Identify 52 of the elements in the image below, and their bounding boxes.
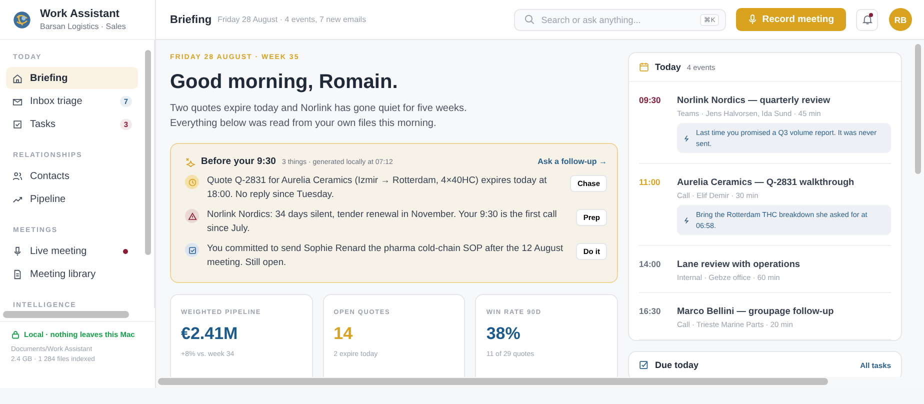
search-icon xyxy=(524,14,536,25)
sparkle-icon xyxy=(185,156,195,166)
scrollbar[interactable] xyxy=(158,378,828,385)
stat-value: €2.41M xyxy=(181,324,239,344)
sidebar-item[interactable]: Meeting library xyxy=(6,263,138,285)
card-title: Due today xyxy=(655,360,699,370)
scrollbar[interactable] xyxy=(915,44,921,174)
sidebar-item[interactable]: Briefing xyxy=(6,67,138,89)
bolt-icon xyxy=(683,216,690,224)
follow-up-link[interactable]: Ask a follow-up → xyxy=(538,157,607,166)
sidebar-item[interactable]: Contacts xyxy=(6,165,138,187)
page-title: Briefing xyxy=(170,14,212,26)
event-title: Aurelia Ceramics — Q-2831 walkthrough xyxy=(677,177,856,187)
people-icon xyxy=(12,170,23,182)
microphone-icon xyxy=(748,14,758,25)
scrollbar[interactable] xyxy=(145,50,151,255)
event-title: Lane review with operations xyxy=(677,259,802,269)
warning-icon xyxy=(185,209,199,223)
org-name: Barsan Logistics · Sales xyxy=(40,22,126,31)
page-subtitle: Friday 28 August · 4 events, 7 new emails xyxy=(218,15,366,24)
stat-value: 14 xyxy=(334,324,354,344)
sidebar-item[interactable]: Pipeline xyxy=(6,188,138,210)
notifications-button[interactable] xyxy=(856,8,878,30)
event-time: 09:30 xyxy=(639,95,662,107)
briefing-item-text: You committed to send Sophie Renard the pharma cold-chain SOP after the 12 August meeting. Still open. xyxy=(207,242,564,269)
checkbox-icon xyxy=(12,118,23,130)
greeting-heading: Good morning, Romain. xyxy=(170,71,399,94)
bell-icon xyxy=(862,14,872,25)
stat-value: 38% xyxy=(486,324,522,344)
home-icon xyxy=(12,72,23,84)
microphone-icon xyxy=(12,246,23,256)
event-title: Marco Bellini — groupage follow-up xyxy=(677,306,835,316)
logo-icon xyxy=(12,10,32,30)
briefing-item-text: Norlink Nordics: 34 days silent, tender renewal in November. Your 9:30 is the first call since July. xyxy=(207,208,558,235)
checkbox-icon xyxy=(185,243,199,257)
sidebar-item[interactable]: Live meeting xyxy=(6,240,138,262)
lock-icon xyxy=(11,330,20,339)
bolt-icon xyxy=(683,134,690,142)
document-icon xyxy=(12,268,23,280)
card-title: Today xyxy=(655,62,681,72)
intro-text: Two quotes expire today and Norlink has gone quiet for five weeks. Everything below was read from your own files this morning. xyxy=(170,102,468,131)
briefing-item-text: Quote Q-2831 for Aurelia Ceramics (Izmir → Rotterdam, 4×40HC) expires today at 18:00. No reply since Tuesday. xyxy=(207,174,548,201)
briefing-title: Before your 9:30 xyxy=(201,156,276,167)
event-time: 11:00 xyxy=(639,177,662,189)
scrollbar[interactable] xyxy=(3,311,129,318)
event-time: 14:00 xyxy=(639,259,662,271)
calendar-icon xyxy=(639,62,649,72)
event-time: 16:30 xyxy=(639,306,662,318)
checkbox-icon xyxy=(639,360,649,370)
event-title: Norlink Nordics — quarterly review xyxy=(677,95,832,105)
clock-icon xyxy=(185,175,199,189)
app-name: Work Assistant xyxy=(40,8,120,20)
